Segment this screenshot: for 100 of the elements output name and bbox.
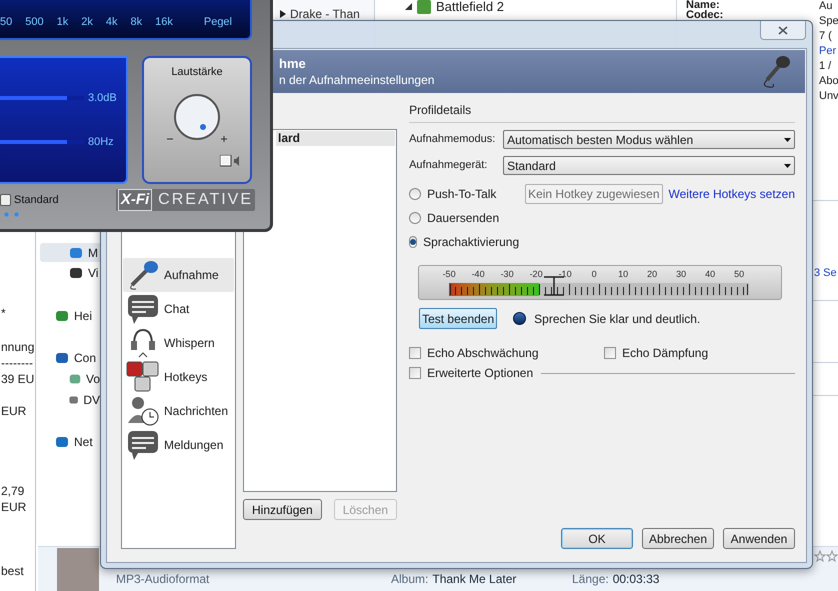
- radio-option[interactable]: Push-To-Talk: [409, 185, 516, 203]
- scale-label: 10: [617, 268, 630, 281]
- scale-label: 50: [733, 268, 746, 281]
- option-label[interactable]: Echo Abschwächung: [427, 344, 538, 362]
- detail-label: Codec:: [686, 10, 724, 20]
- nav-item[interactable]: Hei: [40, 306, 100, 325]
- list-text: EUR: [1, 403, 28, 420]
- dialog-button[interactable]: Anwenden: [723, 528, 795, 549]
- length-label: Länge:: [572, 571, 609, 588]
- frequency-label: 16k: [155, 17, 173, 28]
- detail-value: Spe: [819, 15, 838, 28]
- radio-icon[interactable]: [409, 212, 422, 224]
- scale-label: 20: [646, 268, 658, 281]
- detail-link[interactable]: 3 Se: [814, 265, 837, 282]
- list-text: 2,79: [1, 483, 26, 500]
- category-item[interactable]: Meldungen: [123, 428, 234, 462]
- checkbox[interactable]: [604, 347, 616, 359]
- hotkey-button[interactable]: Kein Hotkey zugewiesen: [525, 184, 662, 204]
- list-text: --------: [1, 355, 34, 372]
- effect-level-bar[interactable]: [0, 140, 68, 144]
- file-format: MP3-Audioformat: [116, 571, 210, 588]
- scale-label: -30: [500, 268, 515, 281]
- playlist-item[interactable]: Drake - Than: [280, 5, 360, 23]
- scale-label: 30: [675, 268, 688, 281]
- checkbox[interactable]: [409, 347, 422, 359]
- profile-item[interactable]: lard: [276, 131, 396, 146]
- keys-icon: [126, 361, 160, 393]
- detail-value: 7 (: [819, 30, 832, 43]
- radio-icon[interactable]: [409, 236, 418, 248]
- header-subtitle: n der Aufnahmeeinstellungen: [279, 72, 434, 88]
- category-item[interactable]: Hotkeys: [123, 360, 234, 394]
- dropdown-arrow-icon: [784, 164, 791, 168]
- radio-option[interactable]: Dauersenden: [409, 209, 516, 227]
- frequency-label: 2k: [81, 17, 93, 28]
- frequency-label: 8k: [130, 17, 142, 28]
- speaker-icon[interactable]: [220, 154, 242, 166]
- field-label: Aufnahmemodus:: [409, 132, 496, 148]
- category-item[interactable]: Whispern: [123, 326, 234, 360]
- preset-name: Standard: [14, 192, 59, 208]
- frequency-label: 50: [0, 17, 12, 28]
- list-text: best: [1, 563, 25, 580]
- category-item[interactable]: Chat: [123, 292, 234, 326]
- dropdown[interactable]: Automatisch besten Modus wählen: [503, 130, 795, 149]
- dropdown-arrow-icon: [784, 138, 791, 142]
- option-label[interactable]: Erweiterte Optionen: [427, 364, 534, 382]
- speech-bubble-icon: [126, 429, 160, 461]
- nav-item[interactable]: DV: [40, 390, 100, 409]
- header-title: hme: [279, 54, 307, 72]
- scale-label: 0: [590, 268, 598, 281]
- brand-logo: X-Fi CREATIVE: [116, 189, 255, 211]
- photo-placeholder: [57, 548, 99, 591]
- nav-item[interactable]: Vo: [40, 369, 100, 388]
- close-button[interactable]: [760, 21, 806, 40]
- frequency-label: 500: [25, 17, 44, 28]
- category-item[interactable]: Aufnahme: [123, 258, 234, 292]
- section-title: Profildetails: [409, 103, 472, 117]
- hint-text: Sprechen Sie klar und deutlich.: [534, 310, 700, 328]
- close-icon: [778, 26, 788, 34]
- album-value: Thank Me Later: [432, 571, 516, 588]
- preset-button[interactable]: [0, 194, 11, 206]
- detail-link[interactable]: Per: [819, 45, 836, 58]
- status-indicator-icon: [513, 312, 526, 325]
- rating-stars-icon[interactable]: [814, 550, 838, 562]
- scale-label: 40: [704, 268, 716, 281]
- hotkeys-link[interactable]: Weitere Hotkeys setzen: [668, 185, 795, 203]
- list-text: *: [1, 305, 7, 322]
- radio-icon[interactable]: [409, 188, 422, 200]
- nav-item[interactable]: Vi: [40, 263, 100, 282]
- nav-item[interactable]: Con: [40, 348, 100, 367]
- album-label: Album:: [391, 571, 428, 588]
- nav-item[interactable]: M: [40, 243, 100, 262]
- add-button[interactable]: Hinzufügen: [243, 499, 322, 520]
- effect-reading: 3.0dB: [88, 90, 117, 106]
- nav-item[interactable]: Net: [40, 432, 100, 451]
- effect-level-bar[interactable]: [0, 96, 68, 100]
- scale-label: -40: [470, 268, 486, 281]
- collapse-arrow-icon[interactable]: [405, 3, 412, 10]
- expand-arrow-icon[interactable]: [280, 10, 286, 18]
- frequency-label: 1k: [56, 17, 68, 28]
- list-text: nnung: [1, 339, 35, 356]
- speech-bubble-icon: [126, 293, 160, 325]
- scale-label: -50: [442, 268, 457, 281]
- dialog-button[interactable]: OK: [561, 528, 633, 549]
- length-value: 00:03:33: [612, 571, 660, 588]
- option-label[interactable]: Echo Dämpfung: [622, 344, 708, 362]
- detail-value: Au: [819, 0, 832, 13]
- field-label: Aufnahmegerät:: [409, 158, 488, 174]
- category-item[interactable]: Nachrichten: [123, 394, 234, 428]
- checkbox[interactable]: [409, 367, 422, 379]
- tree-item[interactable]: Battlefield 2: [436, 0, 504, 16]
- dialog-button[interactable]: Abbrechen: [642, 528, 714, 549]
- detail-label: Name:: [686, 0, 720, 10]
- detail-value: Abo: [819, 75, 838, 88]
- volume-title: Lautstärke: [171, 65, 223, 80]
- detail-value: 1 /: [819, 60, 832, 73]
- dropdown[interactable]: Standard: [503, 156, 795, 175]
- test-button[interactable]: Test beenden: [419, 308, 498, 329]
- frequency-label: 4k: [106, 17, 118, 28]
- page-dots-icon[interactable]: [4, 212, 20, 217]
- person-clock-icon: [126, 395, 160, 427]
